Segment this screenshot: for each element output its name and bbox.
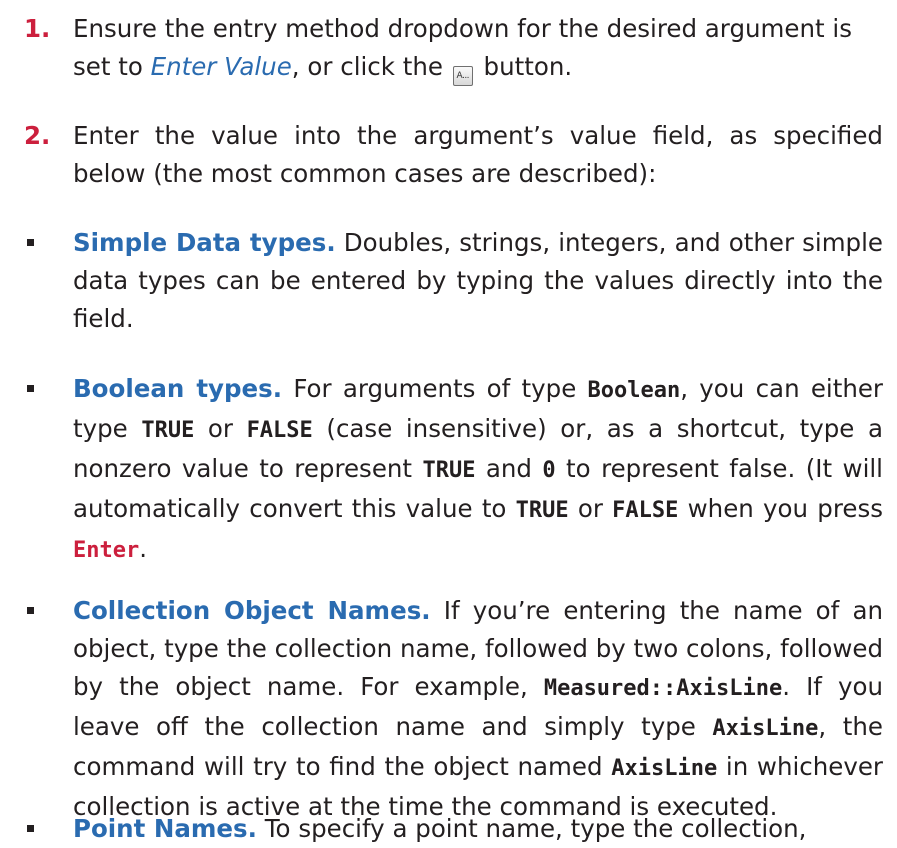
step-text: Enter the value into the argument’s valu… (73, 121, 883, 188)
enter-key-label: Enter (73, 538, 140, 563)
bullet-marker (27, 385, 34, 392)
code-text: FALSE (612, 498, 679, 523)
step-number: 1. (24, 14, 51, 43)
code-text: FALSE (246, 418, 313, 443)
bullet-text: Point Names. To specify a point name, ty… (73, 810, 883, 848)
code-text: TRUE (515, 498, 569, 523)
bullet-text: Collection Object Names. If you’re enter… (73, 592, 883, 826)
code-text: 0 (542, 458, 556, 483)
bullet-text-part: . (139, 534, 148, 563)
bullet-term: Point Names. (73, 814, 257, 843)
bullet-text-part: or (568, 494, 613, 523)
bullet-text-part: For arguments of type (282, 374, 588, 403)
bullet-marker (27, 239, 34, 246)
code-text: TRUE (422, 458, 476, 483)
code-text: TRUE (141, 418, 195, 443)
bullet-term: Collection Object Names. (73, 596, 431, 625)
step-text-part: button. (475, 52, 573, 81)
bullet-text-part: To specify a point name, type the collec… (256, 814, 807, 843)
bullet-marker (27, 825, 34, 832)
bullet-text: Boolean types. For arguments of type Boo… (73, 370, 883, 570)
enter-value-link[interactable]: Enter Value (151, 52, 292, 81)
code-text: Boolean (587, 378, 681, 403)
bullet-marker (27, 607, 34, 614)
bullet-text-part: or (194, 414, 247, 443)
step-text-part: , or click the (291, 52, 451, 81)
bullet-text-part: when you press (678, 494, 883, 523)
step-number: 2. (24, 121, 51, 150)
bullet-text-part: and (475, 454, 543, 483)
code-text: AxisLine (712, 716, 819, 741)
step-text: Ensure the entry method dropdown for the… (73, 10, 883, 86)
bullet-text: Simple Data types. Doubles, strings, int… (73, 224, 883, 338)
code-text: AxisLine (611, 756, 718, 781)
value-entry-button-icon (452, 66, 473, 86)
bullet-term: Boolean types. (73, 374, 283, 403)
code-text: Measured::AxisLine (543, 676, 783, 701)
bullet-term: Simple Data types. (73, 228, 336, 257)
